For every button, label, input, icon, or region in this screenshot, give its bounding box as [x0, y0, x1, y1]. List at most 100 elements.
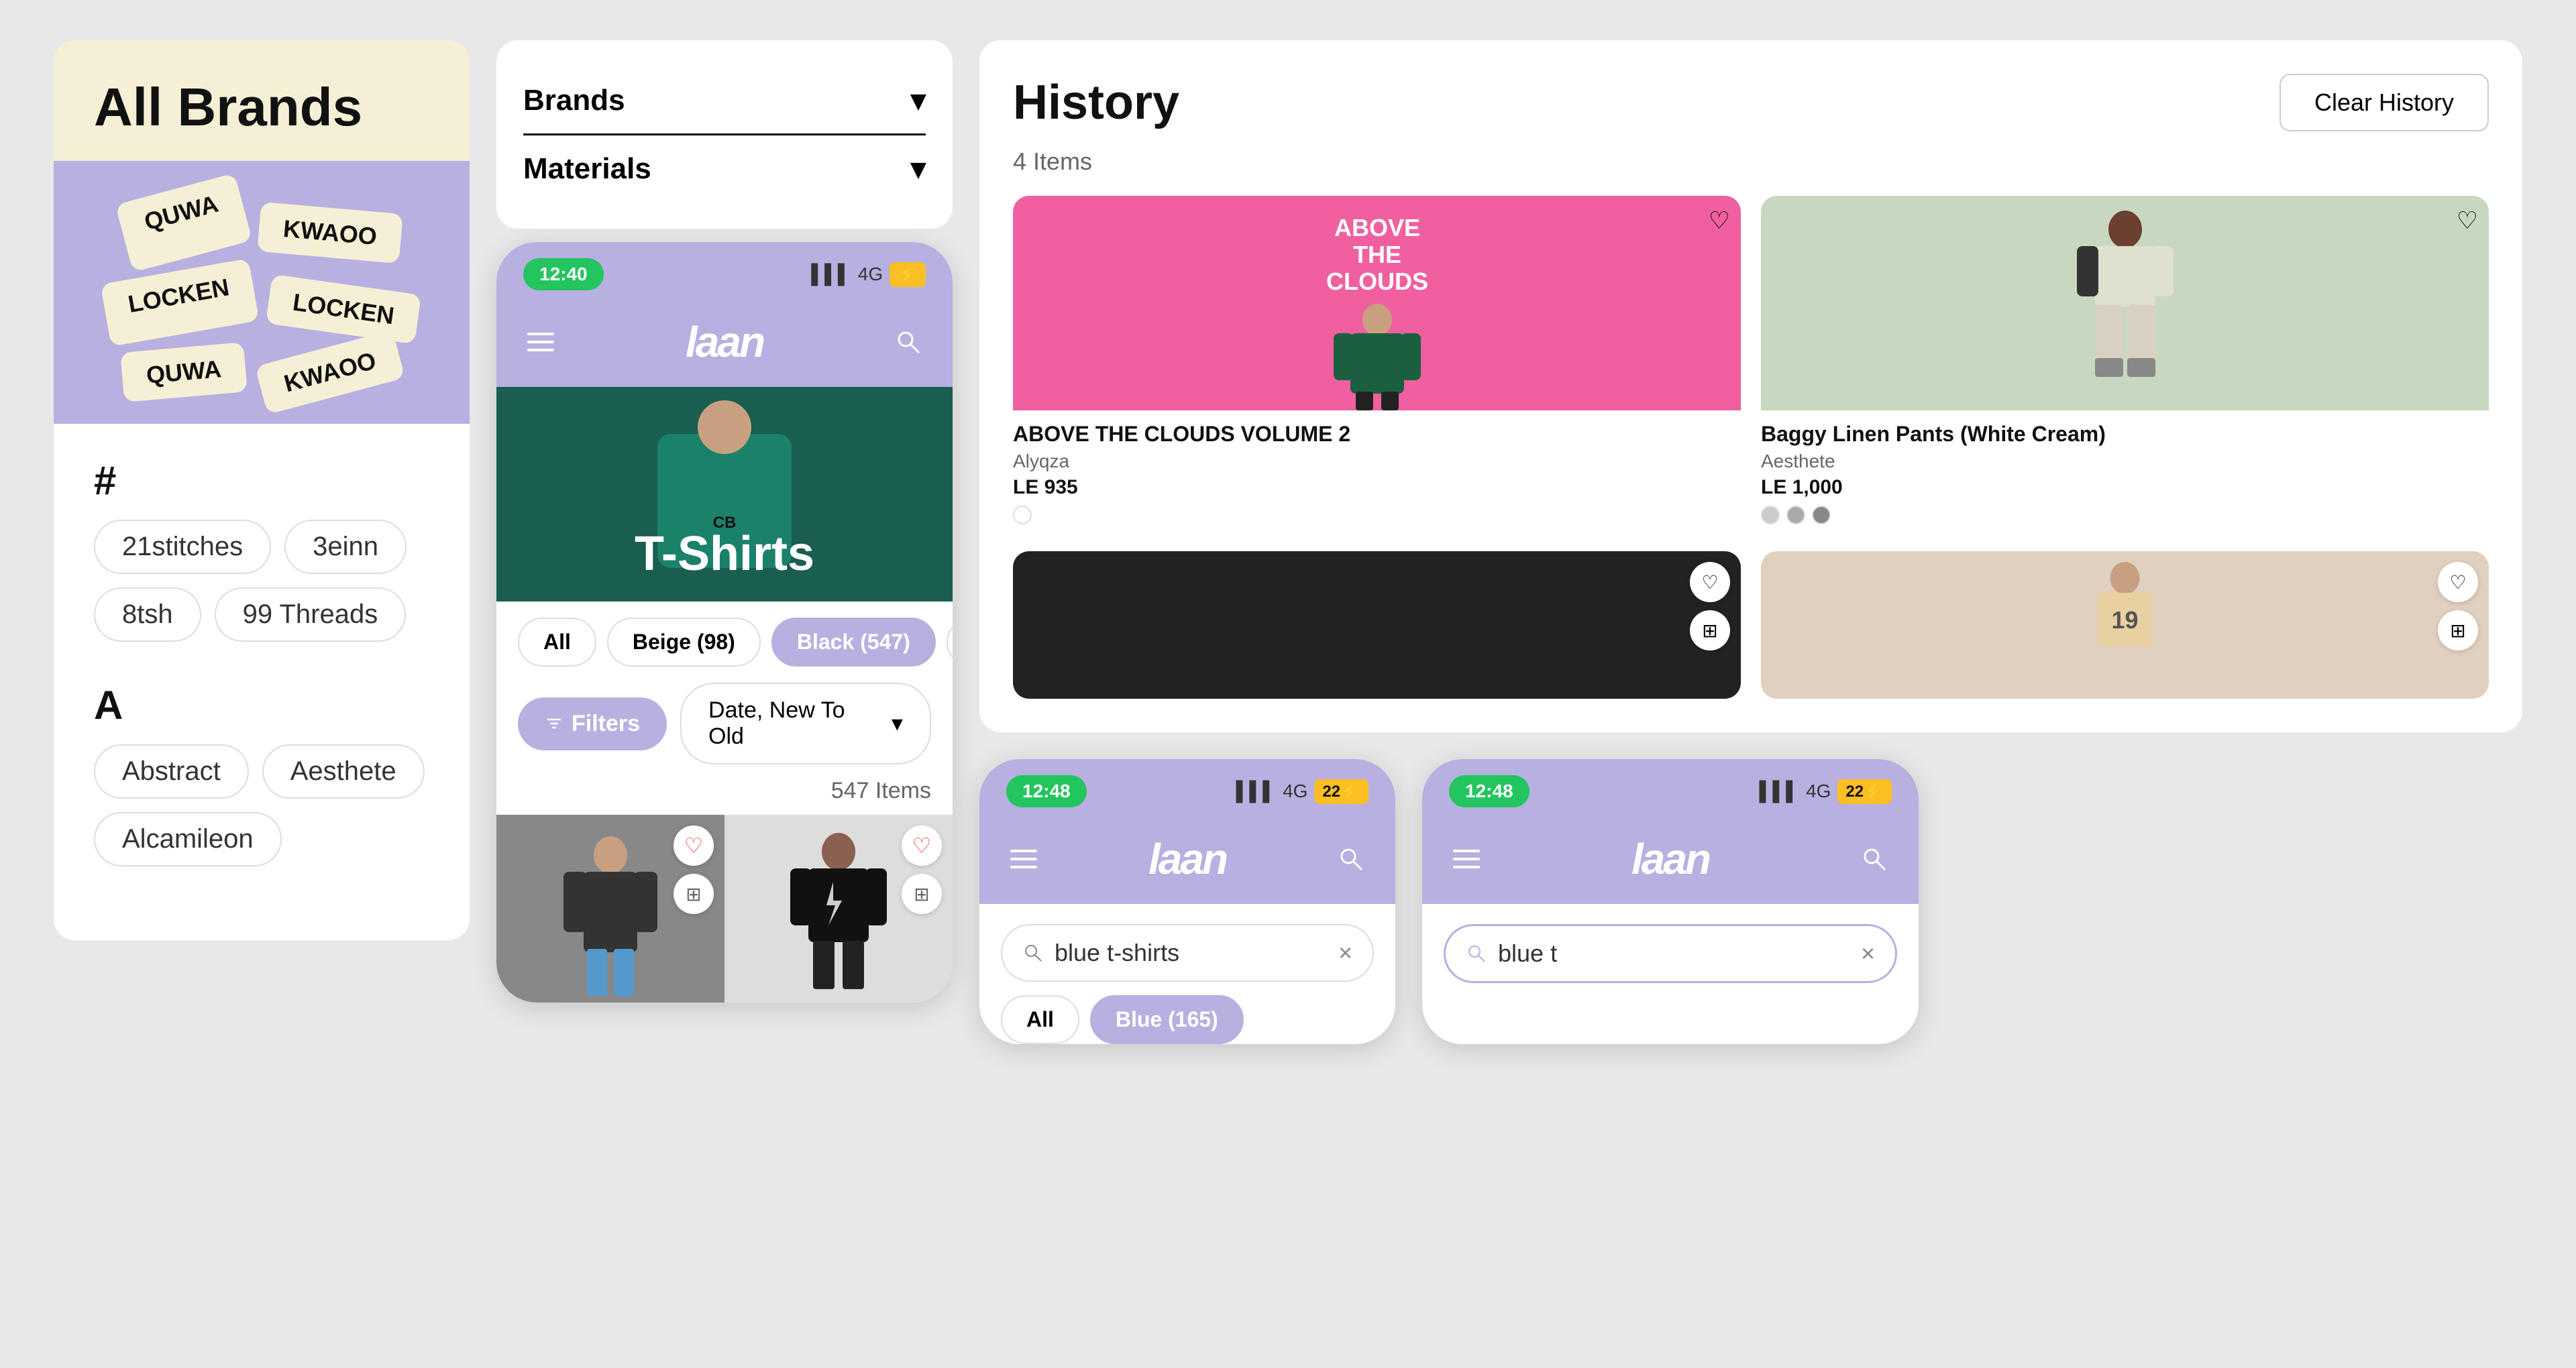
tshirts-hero-image: CB T-Shirts [496, 387, 953, 602]
brands-title: All Brands [94, 80, 429, 134]
sort-label: Date, New To Old [708, 697, 883, 750]
clear-history-button[interactable]: Clear History [2279, 74, 2489, 131]
search-left-input-icon [1022, 942, 1044, 964]
history-product-2-name: Baggy Linen Pants (White Cream) [1761, 421, 2489, 447]
search-right-bars: ▌▌▌ [1760, 781, 1800, 802]
filters-button-label: Filters [572, 711, 640, 737]
svg-text:ABOVE: ABOVE [1334, 214, 1419, 241]
search-right-input[interactable]: blue t [1498, 939, 1850, 968]
battery-icon: ⚡ [890, 262, 926, 287]
search-right-clear-icon[interactable]: × [1861, 939, 1875, 968]
history-title: History [1013, 75, 1179, 130]
partial-1-view-btn[interactable]: ⊞ [1690, 610, 1730, 650]
search-right-search-btn[interactable] [1857, 842, 1892, 876]
tag-99threads[interactable]: 99 Threads [215, 587, 407, 642]
materials-dropdown-label: Materials [523, 152, 651, 186]
brands-header: All Brands [54, 40, 470, 161]
bottom-phones-row: 12:48 ▌▌▌ 4G 22⚡ [979, 759, 2522, 1044]
history-product-1[interactable]: ABOVE THE CLOUDS ♡ [1013, 196, 1741, 535]
product-1-wishlist-btn[interactable]: ♡ [674, 825, 714, 866]
history-product-1-heart[interactable]: ♡ [1709, 207, 1730, 235]
svg-text:19: 19 [2111, 606, 2138, 634]
search-left-status: 12:48 [1006, 775, 1087, 807]
network-type: 4G [858, 264, 883, 285]
sort-dropdown[interactable]: Date, New To Old ▾ [680, 683, 931, 764]
search-left-input[interactable]: blue t-shirts [1055, 939, 1328, 967]
brands-pattern: QUWA KWAOO LOCKEN LOCKEN QUWA KWAOO [54, 161, 470, 424]
pattern-tag-5: QUWA [120, 342, 248, 402]
history-product-2-brand: Aesthete [1761, 451, 2489, 472]
filter-beige[interactable]: Beige (98) [607, 618, 761, 667]
tag-aesthete[interactable]: Aesthete [262, 744, 425, 799]
pattern-tag-6: KWAOO [255, 330, 405, 414]
search-left-search-btn[interactable] [1334, 842, 1368, 876]
search-right-hamburger-icon[interactable] [1449, 842, 1484, 876]
color-dots-2 [1761, 506, 2489, 524]
grid-icon: ⊞ [686, 883, 701, 905]
history-product-2-image: ♡ [1761, 196, 2489, 410]
search-left-input-bar: blue t-shirts × [1001, 924, 1374, 982]
brands-dropdown[interactable]: Brands ▾ [523, 67, 926, 135]
filter-black[interactable]: Black (547) [771, 618, 936, 667]
product-1-view-btn[interactable]: ⊞ [674, 874, 714, 914]
product-card-2[interactable]: ♡ ⊞ [724, 815, 953, 1003]
tag-21stitches[interactable]: 21stitches [94, 520, 271, 574]
search-right-input-icon [1466, 943, 1487, 964]
bottom-product-cards: ♡ ⊞ 19 [1013, 551, 2489, 699]
filters-button[interactable]: Filters [518, 697, 667, 750]
materials-chevron-icon: ▾ [911, 152, 926, 186]
search-left-filter-all[interactable]: All [1001, 995, 1079, 1044]
search-button[interactable] [891, 325, 926, 359]
status-bar: 12:40 [523, 258, 604, 290]
tag-abstract[interactable]: Abstract [94, 744, 249, 799]
hamburger-menu-icon[interactable] [523, 325, 558, 359]
history-products: ABOVE THE CLOUDS ♡ [1013, 196, 2489, 535]
filter-all[interactable]: All [518, 618, 596, 667]
product-figure-1 [557, 828, 664, 1003]
partial-1-wishlist-btn[interactable]: ♡ [1690, 562, 1730, 602]
tag-alcamileon[interactable]: Alcamileon [94, 812, 282, 866]
search-phone-left: 12:48 ▌▌▌ 4G 22⚡ [979, 759, 1395, 1044]
search-right-signal: ▌▌▌ 4G 22⚡ [1760, 779, 1892, 804]
right-column: History Clear History 4 Items ABOVE THE … [979, 40, 2522, 1328]
partial-2-wishlist-btn[interactable]: ♡ [2438, 562, 2478, 602]
history-product-1-image: ABOVE THE CLOUDS ♡ [1013, 196, 1741, 410]
history-product-1-info: ABOVE THE CLOUDS VOLUME 2 Alyqza LE 935 [1013, 410, 1741, 535]
partial-2-view-btn[interactable]: ⊞ [2438, 610, 2478, 650]
a-tags: Abstract Aesthete Alcamileon [94, 744, 429, 866]
partial-image-1: ♡ ⊞ [1013, 551, 1741, 699]
tshirts-phone: 12:40 ▌▌▌ 4G ⚡ laan [496, 242, 953, 1003]
hamburger-line-2 [527, 341, 554, 343]
search-right-status: 12:48 [1449, 775, 1529, 807]
product-card-1[interactable]: ♡ ⊞ [496, 815, 724, 1003]
product-figure-2 [785, 828, 892, 1003]
filter-blue[interactable]: Blue (16... [947, 618, 953, 667]
product-2-wishlist-btn[interactable]: ♡ [902, 825, 942, 866]
search-left-hamburger-icon[interactable] [1006, 842, 1041, 876]
middle-column: Brands ▾ Materials ▾ 12:40 ▌▌▌ 4G ⚡ [496, 40, 953, 1328]
search-left-clear-icon[interactable]: × [1338, 939, 1352, 967]
partial-1-actions: ♡ ⊞ [1690, 562, 1730, 650]
history-product-1-name: ABOVE THE CLOUDS VOLUME 2 [1013, 421, 1741, 447]
search-phone-right: 12:48 ▌▌▌ 4G 22⚡ [1422, 759, 1919, 1044]
partial-card-2[interactable]: 19 ♡ ⊞ [1761, 551, 2489, 699]
tag-3einn[interactable]: 3einn [284, 520, 407, 574]
grid-icon-4: ⊞ [2450, 620, 2465, 642]
search-left-battery: 22⚡ [1314, 779, 1368, 804]
tag-8tsh[interactable]: 8tsh [94, 587, 201, 642]
search-left-filter-blue[interactable]: Blue (165) [1090, 995, 1244, 1044]
product-2-view-btn[interactable]: ⊞ [902, 874, 942, 914]
svg-text:THE: THE [1353, 241, 1401, 268]
a-letter: A [94, 682, 429, 728]
search-right-time: 12:48 [1449, 775, 1529, 807]
search-left-search-icon [1336, 844, 1366, 874]
tshirts-phone-header: 12:40 ▌▌▌ 4G ⚡ [496, 242, 953, 304]
partial-card-1[interactable]: ♡ ⊞ [1013, 551, 1741, 699]
signal-bars-icon: ▌▌▌ [811, 264, 851, 285]
history-product-2-heart[interactable]: ♡ [2457, 207, 2478, 235]
history-product-2[interactable]: ♡ Baggy Linen Pants (White Cream) Aesthe… [1761, 196, 2489, 535]
materials-dropdown[interactable]: Materials ▾ [523, 135, 926, 202]
search-phone-right-header: 12:48 ▌▌▌ 4G 22⚡ [1422, 759, 1919, 821]
hamburger-line-3 [527, 349, 554, 351]
signal-icons: ▌▌▌ 4G ⚡ [811, 262, 926, 287]
